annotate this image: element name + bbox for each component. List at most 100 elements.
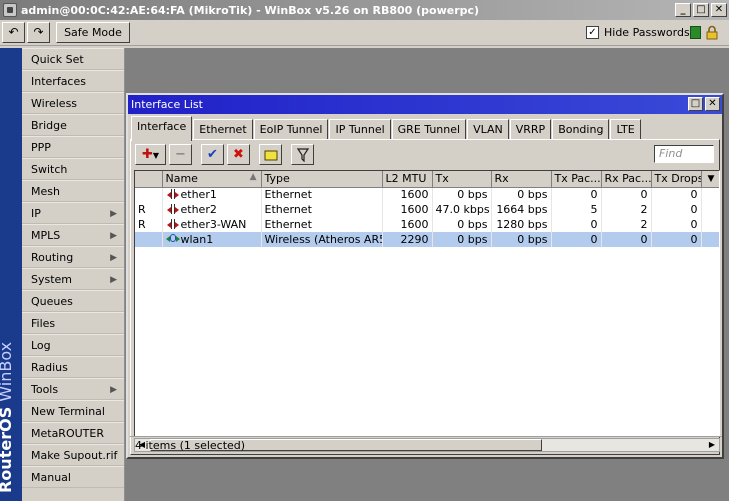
menu-item-label: Log (31, 339, 51, 352)
undo-button[interactable]: ↶ (2, 22, 25, 43)
hide-passwords-toggle[interactable]: ✓ Hide Passwords (586, 26, 690, 39)
column-header-rx-pac[interactable]: Rx Pac... (601, 171, 652, 188)
cell-name: ether1 (162, 187, 262, 202)
tab-ethernet[interactable]: Ethernet (193, 119, 253, 140)
menu-item-label: Routing (31, 251, 74, 264)
find-input[interactable]: Find (654, 145, 714, 163)
disable-button[interactable]: ✖ (227, 144, 250, 165)
tab-bonding[interactable]: Bonding (552, 119, 610, 140)
column-header-type[interactable]: Type (261, 171, 383, 188)
filter-icon (296, 148, 309, 163)
status-bar: 4 items (1 selected) (130, 436, 722, 454)
tab-ip-tunnel[interactable]: IP Tunnel (329, 119, 391, 140)
tab-lte[interactable]: LTE (610, 119, 641, 140)
cell-rxp: 2 (601, 217, 652, 232)
filter-button[interactable] (291, 144, 314, 165)
menu-item-label: Files (31, 317, 56, 330)
table-row[interactable]: Rether2 Ethernet 1600 47.0 kbps 1664 bps 5 2 0 (135, 202, 719, 217)
main-title-bar: admin@00:0C:42:AE:64:FA (MikroTik) - Win… (0, 0, 729, 20)
window-maximize-button[interactable]: □ (688, 97, 703, 111)
checkmark-icon: ✔ (207, 147, 218, 162)
column-header-tx[interactable]: Tx (432, 171, 492, 188)
minimize-button[interactable]: _ (675, 3, 691, 17)
submenu-arrow-icon: ▶ (110, 385, 117, 395)
lock-icon (705, 25, 719, 40)
cell-txd: 0 (651, 232, 702, 247)
tab-vrrp[interactable]: VRRP (509, 119, 552, 140)
column-header-l2-mtu[interactable]: L2 MTU (382, 171, 433, 188)
interface-list-window: Interface List □ ✕ Interface Ethernet EoIP… (126, 93, 724, 459)
add-button[interactable]: ✚▼ (135, 144, 166, 165)
menu-item-label: MPLS (31, 229, 61, 242)
cell-type: Wireless (Atheros AR5... (261, 232, 383, 247)
table-row[interactable]: Rether3-WAN Ethernet 1600 0 bps 1280 bps 0 2 0 (135, 217, 719, 232)
enable-button[interactable]: ✔ (201, 144, 224, 165)
tab-eoip-tunnel[interactable]: EoIP Tunnel (253, 119, 329, 140)
redo-button[interactable]: ↷ (27, 22, 50, 43)
app-icon (3, 3, 17, 17)
tab-gre-tunnel[interactable]: GRE Tunnel (391, 119, 467, 140)
menu-item-wireless[interactable]: Wireless (22, 92, 124, 114)
plus-icon: ✚ (141, 147, 153, 162)
column-header-rx[interactable]: Rx (491, 171, 552, 188)
menu-item-ppp[interactable]: PPP (22, 136, 124, 158)
cell-name: ether3-WAN (162, 217, 262, 232)
menu-item-system[interactable]: System ▶ (22, 268, 124, 290)
table-row[interactable]: ether1 Ethernet 1600 0 bps 0 bps 0 0 0 (135, 187, 719, 202)
cell-type: Ethernet (261, 202, 383, 217)
menu-item-mesh[interactable]: Mesh (22, 180, 124, 202)
column-header-name[interactable]: Name ▲ (162, 171, 262, 188)
menu-item-log[interactable]: Log (22, 334, 124, 356)
menu-item-new-terminal[interactable]: New Terminal (22, 400, 124, 422)
undo-icon: ↶ (8, 25, 19, 39)
menu-item-make-supout-rif[interactable]: Make Supout.rif (22, 444, 124, 466)
cell-rx: 1280 bps (491, 217, 552, 232)
tab-interface[interactable]: Interface (131, 116, 193, 141)
window-title: admin@00:0C:42:AE:64:FA (MikroTik) - Win… (21, 3, 480, 17)
safe-mode-button[interactable]: Safe Mode (56, 22, 130, 43)
menu-item-routing[interactable]: Routing ▶ (22, 246, 124, 268)
menu-item-label: Wireless (31, 97, 78, 110)
cell-tx: 0 bps (432, 232, 492, 247)
ethernet-icon (166, 204, 180, 214)
cell-spacer (701, 217, 719, 232)
column-header-tx-pac[interactable]: Tx Pac... (551, 171, 602, 188)
connection-status-icon (690, 26, 701, 39)
close-button[interactable]: ✕ (711, 3, 727, 17)
submenu-arrow-icon: ▶ (110, 209, 117, 219)
menu-item-label: Tools (31, 383, 59, 396)
menu-item-label: Make Supout.rif (31, 449, 118, 462)
menu-item-radius[interactable]: Radius (22, 356, 124, 378)
menu-item-mpls[interactable]: MPLS ▶ (22, 224, 124, 246)
column-menu-button[interactable]: ▼ (701, 171, 719, 188)
hide-passwords-checkbox[interactable]: ✓ (586, 26, 599, 39)
menu-item-quick-set[interactable]: Quick Set (22, 48, 124, 70)
table-row[interactable]: wlan1Wireless (Atheros AR5...22900 bps0 … (135, 232, 719, 247)
list-action-bar: ✚▼ − ✔ ✖ (135, 144, 314, 166)
menu-item-manual[interactable]: Manual (22, 466, 124, 488)
dropdown-arrow-icon: ▼ (152, 151, 160, 160)
tab-vlan[interactable]: VLAN (467, 119, 509, 140)
comment-icon (264, 150, 277, 161)
column-header-label: Rx Pac... (604, 172, 651, 186)
menu-item-bridge[interactable]: Bridge (22, 114, 124, 136)
interface-list-title-bar[interactable]: Interface List □ ✕ (128, 95, 722, 114)
cell-rx: 1664 bps (491, 202, 552, 217)
column-header-tx-drops[interactable]: Tx Drops (651, 171, 702, 188)
menu-item-files[interactable]: Files (22, 312, 124, 334)
menu-item-ip[interactable]: IP ▶ (22, 202, 124, 224)
column-header-flag[interactable] (135, 171, 163, 188)
main-menu: Quick Set Interfaces Wireless Bridge PPP Swit… (22, 48, 125, 501)
menu-item-queues[interactable]: Queues (22, 290, 124, 312)
maximize-button[interactable]: □ (693, 3, 709, 17)
menu-item-tools[interactable]: Tools ▶ (22, 378, 124, 400)
redo-icon: ↷ (33, 25, 44, 39)
comment-button[interactable] (259, 144, 282, 165)
menu-item-switch[interactable]: Switch (22, 158, 124, 180)
window-close-button[interactable]: ✕ (705, 97, 720, 111)
cell-txp: 0 (551, 232, 602, 247)
menu-item-interfaces[interactable]: Interfaces (22, 70, 124, 92)
submenu-arrow-icon: ▶ (110, 253, 117, 263)
remove-button[interactable]: − (169, 144, 192, 165)
menu-item-metarouter[interactable]: MetaROUTER (22, 422, 124, 444)
